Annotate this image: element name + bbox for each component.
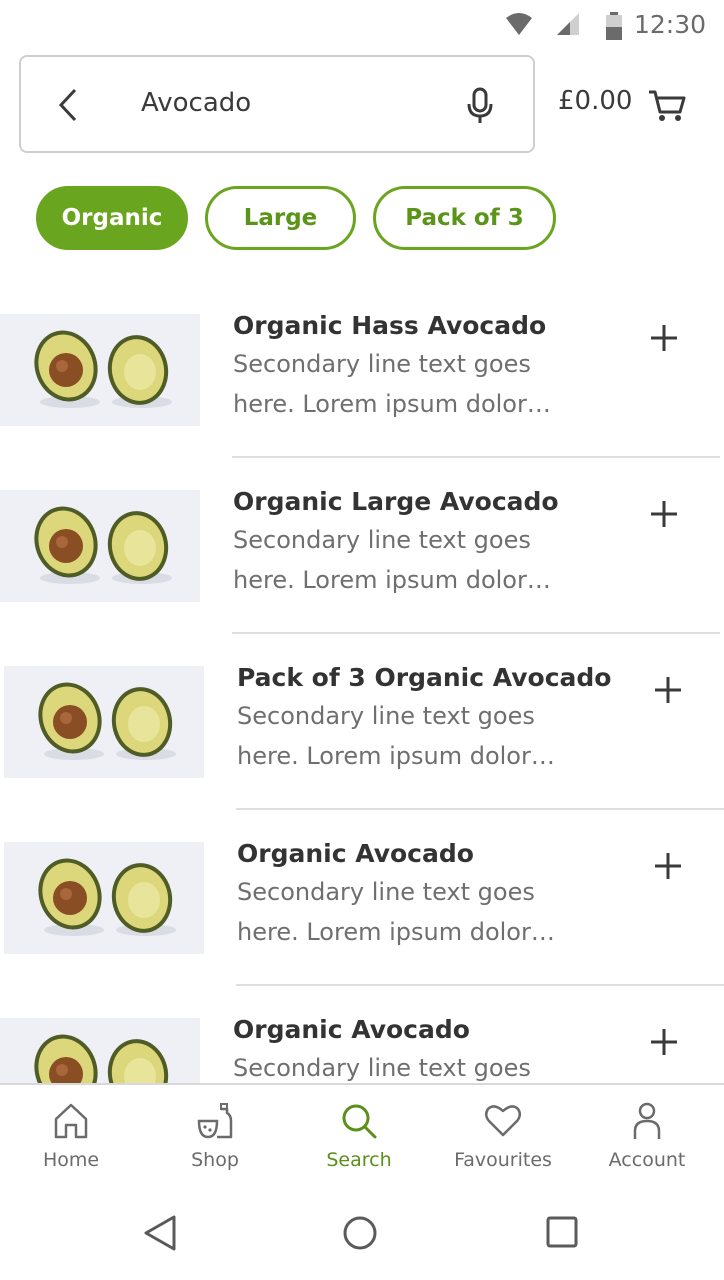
description-line: here. Lorem ipsum dolor… (237, 918, 555, 946)
wifi-icon (506, 13, 532, 35)
system-nav-bar (0, 1191, 724, 1280)
product-title: Organic Large Avocado (233, 487, 559, 516)
product-text: Organic Avocado Secondary line text goes (233, 1014, 623, 1083)
product-description: Secondary line text goes here. Lorem ips… (237, 872, 627, 952)
add-icon[interactable] (647, 1025, 681, 1059)
description-line: Secondary line text goes (233, 350, 531, 378)
product-description: Secondary line text goes (233, 1048, 623, 1083)
nav-label: Search (326, 1149, 392, 1171)
nav-label: Shop (191, 1149, 239, 1171)
battery-icon (606, 12, 622, 40)
home-icon (54, 1103, 88, 1139)
system-recents-icon[interactable] (544, 1213, 580, 1253)
chip-pack-of-3[interactable]: Pack of 3 (373, 186, 556, 250)
divider (232, 456, 720, 458)
microphone-icon[interactable] (465, 85, 495, 125)
add-icon[interactable] (651, 849, 685, 883)
divider (232, 632, 720, 634)
add-icon[interactable] (647, 321, 681, 355)
nav-home[interactable]: Home (6, 1101, 136, 1171)
product-description: Secondary line text goes here. Lorem ips… (237, 696, 627, 776)
list-item[interactable]: Organic Large Avocado Secondary line tex… (0, 472, 724, 648)
search-input[interactable] (141, 81, 441, 125)
system-home-icon[interactable] (342, 1213, 378, 1253)
nav-favourites[interactable]: Favourites (438, 1101, 568, 1171)
add-icon[interactable] (651, 673, 685, 707)
bottom-nav: Home Shop Search Favourites Account (0, 1083, 724, 1191)
signal-icon (557, 13, 579, 35)
product-title: Organic Avocado (237, 839, 474, 868)
cart-icon[interactable] (647, 84, 687, 124)
description-line: here. Lorem ipsum dolor… (233, 390, 551, 418)
person-icon (633, 1102, 661, 1139)
system-back-icon[interactable] (142, 1213, 178, 1253)
add-icon[interactable] (647, 497, 681, 531)
product-text: Organic Avocado Secondary line text goes… (237, 838, 627, 952)
product-title: Organic Hass Avocado (233, 311, 547, 340)
product-image (4, 842, 204, 954)
list-item[interactable]: Pack of 3 Organic Avocado Secondary line… (0, 648, 724, 824)
list-item[interactable]: Organic Hass Avocado Secondary line text… (0, 296, 724, 472)
chip-large[interactable]: Large (205, 186, 356, 250)
product-image (0, 1018, 200, 1083)
heart-icon (485, 1105, 521, 1137)
product-image (0, 314, 200, 426)
description-line: Secondary line text goes (233, 526, 531, 554)
product-image (4, 666, 204, 778)
description-line: here. Lorem ipsum dolor… (233, 566, 551, 594)
product-list: Organic Hass Avocado Secondary line text… (0, 296, 724, 1083)
description-line: Secondary line text goes (237, 702, 535, 730)
search-icon (342, 1104, 377, 1139)
shop-icon (197, 1103, 233, 1139)
product-text: Pack of 3 Organic Avocado Secondary line… (237, 662, 627, 776)
filter-chips: Organic Large Pack of 3 (36, 186, 556, 250)
cart-total: £0.00 (558, 86, 633, 116)
status-bar: 12:30 (0, 0, 724, 50)
description-line: Secondary line text goes (233, 1054, 531, 1082)
list-item[interactable]: Organic Avocado Secondary line text goes (0, 1000, 724, 1083)
nav-search[interactable]: Search (294, 1101, 424, 1171)
divider (236, 984, 724, 986)
description-line: Secondary line text goes (237, 878, 535, 906)
nav-label: Home (42, 1149, 100, 1171)
nav-label: Account (608, 1149, 686, 1171)
chip-organic[interactable]: Organic (36, 186, 188, 250)
product-title: Pack of 3 Organic Avocado (237, 663, 612, 692)
divider (236, 808, 724, 810)
description-line: here. Lorem ipsum dolor… (237, 742, 555, 770)
nav-shop[interactable]: Shop (150, 1101, 280, 1171)
product-description: Secondary line text goes here. Lorem ips… (233, 520, 623, 600)
product-text: Organic Hass Avocado Secondary line text… (233, 310, 623, 424)
product-description: Secondary line text goes here. Lorem ips… (233, 344, 623, 424)
chevron-left-icon[interactable] (51, 85, 87, 125)
status-time: 12:30 (633, 10, 706, 39)
product-text: Organic Large Avocado Secondary line tex… (233, 486, 623, 600)
list-item[interactable]: Organic Avocado Secondary line text goes… (0, 824, 724, 1000)
search-bar (19, 55, 535, 153)
product-title: Organic Avocado (233, 1015, 470, 1044)
product-image (0, 490, 200, 602)
nav-account[interactable]: Account (582, 1101, 712, 1171)
nav-label: Favourites (454, 1149, 552, 1171)
